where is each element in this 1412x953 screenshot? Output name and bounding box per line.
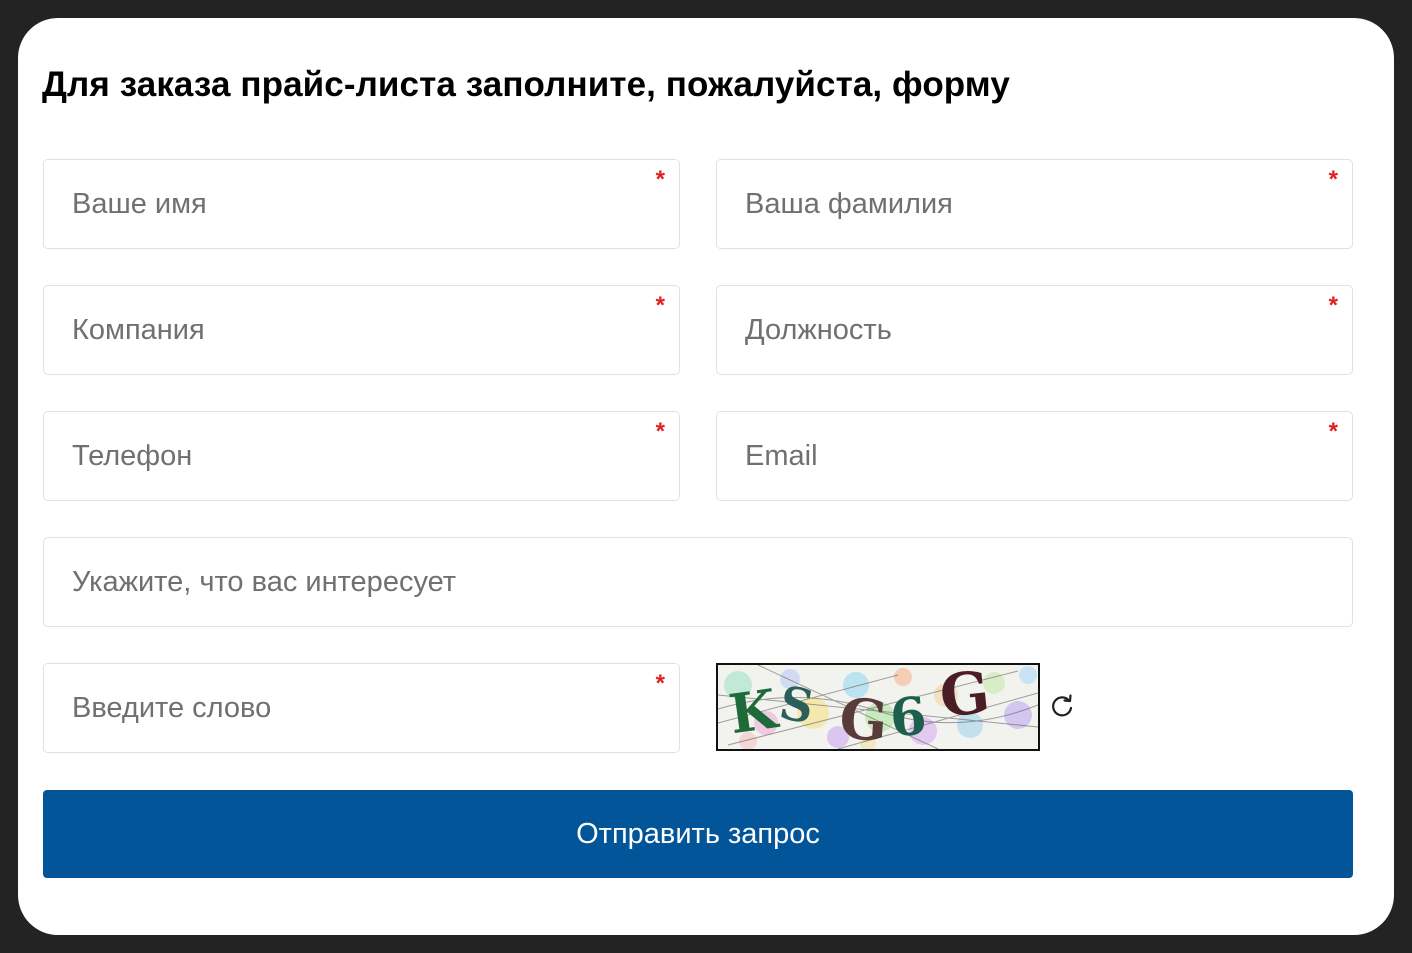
refresh-icon[interactable] <box>1048 692 1076 720</box>
last-name-placeholder: Ваша фамилия <box>745 188 953 220</box>
captcha-char: K <box>725 676 782 746</box>
position-field[interactable]: Должность * <box>716 285 1353 375</box>
required-marker: * <box>655 166 665 193</box>
required-marker: * <box>655 292 665 319</box>
phone-placeholder: Телефон <box>72 440 193 472</box>
email-field[interactable]: Email * <box>716 411 1353 501</box>
required-marker: * <box>655 418 665 445</box>
first-name-placeholder: Ваше имя <box>72 188 207 220</box>
required-marker: * <box>1328 418 1338 445</box>
interest-placeholder: Укажите, что вас интересует <box>72 566 457 598</box>
required-marker: * <box>655 670 665 697</box>
phone-field[interactable]: Телефон * <box>43 411 680 501</box>
last-name-field[interactable]: Ваша фамилия * <box>716 159 1353 249</box>
required-marker: * <box>1328 292 1338 319</box>
form-title: Для заказа прайс-листа заполните, пожалу… <box>42 65 1010 104</box>
captcha-image: K S G 6 G <box>716 663 1040 751</box>
email-placeholder: Email <box>745 440 818 472</box>
captcha-char: 6 <box>888 686 929 749</box>
position-placeholder: Должность <box>745 314 892 346</box>
captcha-input-placeholder: Введите слово <box>72 692 272 724</box>
price-list-form: Для заказа прайс-листа заполните, пожалу… <box>18 18 1394 935</box>
first-name-field[interactable]: Ваше имя * <box>43 159 680 249</box>
captcha-char: G <box>837 686 889 749</box>
company-field[interactable]: Компания * <box>43 285 680 375</box>
company-placeholder: Компания <box>72 314 205 346</box>
submit-button[interactable]: Отправить запрос <box>43 790 1353 878</box>
interest-field[interactable]: Укажите, что вас интересует <box>43 537 1353 627</box>
required-marker: * <box>1328 166 1338 193</box>
window-frame: Для заказа прайс-листа заполните, пожалу… <box>0 0 1412 953</box>
captcha-char: G <box>937 665 993 731</box>
captcha-input[interactable]: Введите слово * <box>43 663 680 753</box>
